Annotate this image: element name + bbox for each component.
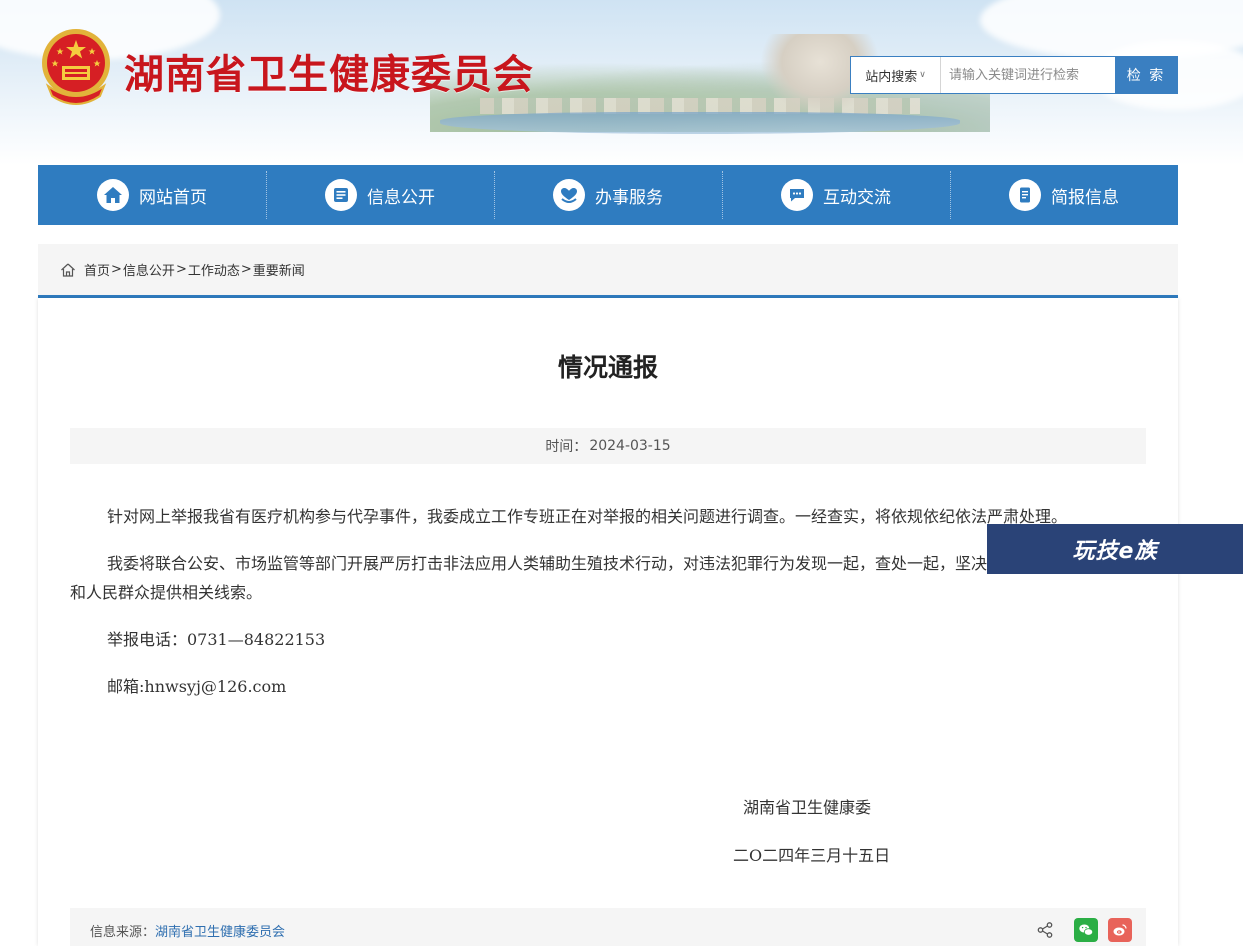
search-scope-label: 站内搜索 (865, 69, 918, 85)
nav-item-info-disclosure[interactable]: 信息公开 (266, 165, 494, 225)
home-outline-icon (61, 263, 75, 277)
search-bar: 站内搜索 ∨ 检 索 (850, 56, 1178, 94)
article-body: 针对网上举报我省有医疗机构参与代孕事件，我委成立工作专班正在对举报的相关问题进行… (70, 502, 1146, 701)
article-meta: 时间： 2024-03-15 (70, 428, 1146, 464)
article-panel: 情况通报 时间： 2024-03-15 针对网上举报我省有医疗机构参与代孕事件，… (38, 298, 1178, 946)
main-nav: 网站首页 信息公开 办事服务 互动交流 简报信息 (38, 165, 1178, 225)
nav-item-label: 简报信息 (1051, 187, 1119, 208)
chevron-down-icon: ∨ (919, 70, 926, 80)
nav-item-label: 信息公开 (367, 187, 435, 208)
time-label: 时间： (545, 439, 588, 455)
breadcrumb-important-news[interactable]: 重要新闻 (253, 260, 305, 279)
nav-item-home[interactable]: 网站首页 (38, 165, 266, 225)
breadcrumb-info-disclosure[interactable]: 信息公开 (123, 260, 175, 279)
weibo-icon[interactable] (1108, 918, 1132, 942)
nav-item-bulletin[interactable]: 简报信息 (950, 165, 1178, 225)
search-button[interactable]: 检 索 (1115, 57, 1177, 93)
header-water (440, 112, 960, 134)
home-icon (97, 179, 129, 211)
source-bar: 信息来源： 湖南省卫生健康委员会 (70, 908, 1146, 946)
site-title[interactable]: 湖南省卫生健康委员会 (124, 42, 534, 100)
bulletin-icon (1009, 179, 1041, 211)
watermark-logo: 玩技e族 (987, 524, 1243, 574)
article-paragraph: 我委将联合公安、市场监管等部门开展严厉打击非法应用人类辅助生殖技术行动，对违法犯… (70, 554, 1132, 602)
source-link[interactable]: 湖南省卫生健康委员会 (155, 921, 285, 940)
nav-item-label: 办事服务 (595, 187, 663, 208)
signature-date: 二O二四年三月十五日 (733, 846, 891, 865)
breadcrumb-separator: > (240, 262, 252, 277)
article-paragraph: 针对网上举报我省有医疗机构参与代孕事件，我委成立工作专班正在对举报的相关问题进行… (107, 507, 1068, 526)
nav-item-label: 网站首页 (139, 187, 207, 208)
share-group (1036, 918, 1132, 942)
publish-date: 2024-03-15 (589, 438, 671, 454)
article-title: 情况通报 (557, 353, 658, 382)
wechat-icon[interactable] (1074, 918, 1098, 942)
search-scope-select[interactable]: 站内搜索 ∨ (851, 57, 941, 93)
share-icon[interactable] (1036, 921, 1054, 939)
breadcrumb: 首页 > 信息公开 > 工作动态 > 重要新闻 (38, 244, 1178, 298)
source-label: 信息来源： (90, 924, 156, 940)
report-email: 邮箱:hnwsyj@126.com (107, 677, 287, 696)
chat-bubble-icon (781, 179, 813, 211)
breadcrumb-separator: > (175, 262, 187, 277)
nav-item-interaction[interactable]: 互动交流 (722, 165, 950, 225)
signature-org: 湖南省卫生健康委 (743, 798, 872, 817)
search-input[interactable] (941, 57, 1115, 93)
site-header: 湖南省卫生健康委员会 站内搜索 ∨ 检 索 (0, 0, 1243, 165)
document-list-icon (325, 179, 357, 211)
breadcrumb-work-updates[interactable]: 工作动态 (188, 260, 240, 279)
breadcrumb-home[interactable]: 首页 (84, 260, 110, 279)
nav-item-label: 互动交流 (823, 187, 891, 208)
national-emblem-icon (42, 29, 110, 105)
nav-item-services[interactable]: 办事服务 (494, 165, 722, 225)
breadcrumb-separator: > (111, 262, 122, 277)
report-phone: 举报电话：0731—84822153 (107, 630, 326, 649)
heart-hands-icon (553, 179, 585, 211)
